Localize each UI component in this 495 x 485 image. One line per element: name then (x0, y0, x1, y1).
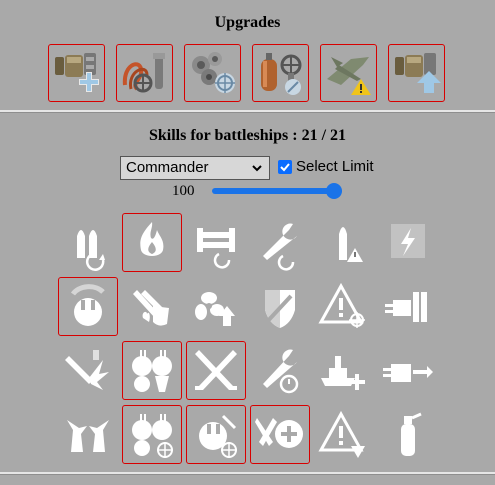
upgrade-slot-2[interactable] (116, 44, 173, 102)
wrench-reload-icon (263, 223, 297, 271)
shield-turret-crosshair-icon (199, 414, 237, 458)
hoses-gear-icon (122, 53, 165, 93)
skill-1-3[interactable] (186, 213, 246, 272)
warning-arrow-down-icon (318, 410, 365, 458)
shell-burst-icon (65, 350, 109, 390)
shells-reload-icon (77, 230, 105, 271)
limit-slider[interactable] (212, 183, 342, 199)
secondary-guns-icon (132, 350, 172, 392)
armaments-arrow-up-icon (395, 53, 441, 93)
shell-warning-icon (339, 227, 363, 262)
skill-3-4[interactable] (250, 341, 310, 400)
upgrades-title: Upgrades (214, 14, 281, 31)
lightning-striped-icon (391, 224, 425, 258)
skills-title: Skills for battleships : 21 / 21 (148, 127, 347, 144)
select-limit-label: Select Limit (296, 158, 374, 175)
plane-warning-icon (327, 57, 371, 95)
chevron-down-icon (252, 165, 262, 172)
shield-torpedo-icon (263, 290, 295, 328)
skill-4-1[interactable] (58, 405, 118, 464)
pipes-reload-icon (197, 228, 235, 269)
skill-4-3[interactable] (186, 405, 246, 464)
skill-4-4[interactable] (250, 405, 310, 464)
skill-2-4[interactable] (250, 277, 310, 336)
skill-3-3[interactable] (186, 341, 246, 400)
skill-1-1[interactable] (58, 213, 118, 272)
skill-2-1[interactable] (58, 277, 118, 336)
skill-1-4[interactable] (250, 213, 310, 272)
skill-2-3[interactable] (186, 277, 246, 336)
skill-2-2[interactable] (122, 277, 182, 336)
skill-4-6[interactable] (378, 405, 438, 464)
upgrade-slot-1[interactable] (48, 44, 105, 102)
ship-guns-icon (385, 292, 427, 322)
checkmark-icon (280, 163, 290, 172)
limit-value: 100 (172, 183, 195, 199)
wrenches-plus-icon (255, 418, 303, 448)
select-limit-checkbox[interactable] (278, 160, 292, 174)
skill-4-2[interactable] (122, 405, 182, 464)
battleship-plus-icon (321, 356, 365, 390)
commander-select[interactable]: Commander (120, 156, 270, 180)
commander-select-value: Commander (126, 159, 209, 176)
demons-icon (67, 420, 109, 452)
tank-valve-icon (261, 53, 302, 95)
upgrade-slot-4[interactable] (252, 44, 309, 102)
warning-crosshair-icon (318, 282, 365, 328)
skill-3-2[interactable] (122, 341, 182, 400)
crossed-swords-icon (195, 350, 237, 390)
separator (0, 472, 495, 475)
skill-2-5[interactable] (314, 277, 374, 336)
separator (0, 110, 495, 113)
skill-4-5[interactable] (314, 405, 374, 464)
upgrade-slot-6[interactable] (388, 44, 445, 102)
turret-arrows-icon (383, 364, 433, 382)
secondary-guns-crosshair-icon (132, 414, 173, 458)
shield-turret-rotate-icon (70, 284, 105, 326)
upgrade-slot-3[interactable] (184, 44, 241, 102)
gears-crosshair-icon (192, 52, 235, 93)
wrench-timer-icon (263, 349, 299, 394)
propeller-arrow-icon (195, 292, 235, 326)
skill-1-6[interactable] (378, 213, 438, 272)
slider-thumb[interactable] (326, 183, 342, 199)
skill-3-6[interactable] (378, 341, 438, 400)
upgrade-slot-5[interactable] (320, 44, 377, 102)
skill-3-1[interactable] (58, 341, 118, 400)
fire-shield-icon (133, 290, 169, 326)
skill-1-2[interactable] (122, 213, 182, 272)
fire-icon (140, 222, 164, 256)
skill-1-5[interactable] (314, 213, 374, 272)
fire-extinguisher-icon (401, 412, 422, 456)
slider-track (212, 188, 342, 194)
main-armaments-plus-icon (55, 53, 99, 92)
skill-3-5[interactable] (314, 341, 374, 400)
skill-2-6[interactable] (378, 277, 438, 336)
